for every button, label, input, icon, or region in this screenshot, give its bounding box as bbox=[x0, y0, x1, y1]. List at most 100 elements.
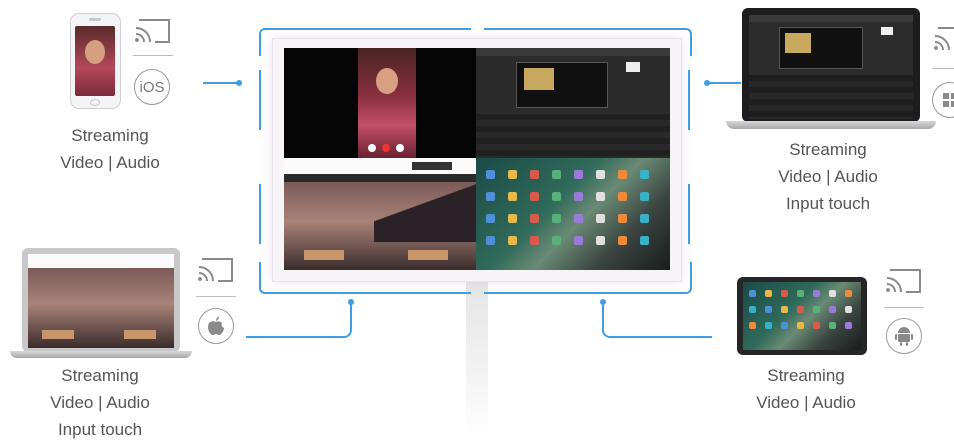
preview-thumbnail bbox=[785, 33, 811, 53]
connector-android bbox=[618, 336, 712, 338]
app-icon bbox=[508, 192, 517, 201]
screen-quadrant-android bbox=[476, 158, 670, 270]
mountain-silhouette bbox=[374, 182, 476, 242]
frame-edge bbox=[688, 70, 690, 130]
facetime-video bbox=[358, 48, 416, 158]
caption-line: Streaming bbox=[789, 140, 867, 159]
app-icon bbox=[552, 192, 561, 201]
app-icon bbox=[640, 170, 649, 179]
connector-dot bbox=[704, 80, 710, 86]
windows-laptop bbox=[742, 8, 920, 122]
app-icon bbox=[486, 170, 495, 179]
connector-android-bend bbox=[602, 304, 620, 338]
app-icon bbox=[781, 306, 788, 313]
app-icon bbox=[596, 214, 605, 223]
app-icon bbox=[618, 236, 627, 245]
android-tablet bbox=[737, 277, 867, 355]
ios-badge: iOS bbox=[134, 69, 170, 105]
website-cta-button bbox=[304, 250, 344, 260]
caption-line: Streaming bbox=[71, 126, 149, 145]
connector-mac bbox=[246, 336, 344, 338]
app-icon bbox=[574, 170, 583, 179]
app-icon bbox=[486, 214, 495, 223]
app-icon bbox=[765, 290, 772, 297]
caller-face bbox=[376, 68, 398, 94]
call-control-icon bbox=[396, 144, 404, 152]
app-icon bbox=[749, 290, 756, 297]
cast-icon bbox=[198, 258, 233, 282]
cast-icon bbox=[886, 269, 921, 293]
connector-iphone bbox=[203, 82, 239, 84]
end-call-icon bbox=[382, 144, 390, 152]
app-icon bbox=[797, 322, 804, 329]
frame-corner bbox=[259, 262, 471, 294]
app-icon bbox=[765, 322, 772, 329]
windows-badge bbox=[932, 82, 954, 118]
app-icon bbox=[845, 322, 852, 329]
app-icon bbox=[508, 214, 517, 223]
app-icon bbox=[530, 170, 539, 179]
app-icon bbox=[749, 306, 756, 313]
connector-mac-bend bbox=[336, 304, 352, 338]
apple-badge bbox=[198, 308, 234, 344]
app-icon bbox=[781, 322, 788, 329]
frame-edge bbox=[259, 70, 261, 130]
app-icon bbox=[552, 170, 561, 179]
frame-corner bbox=[259, 28, 471, 56]
tablet-screen bbox=[743, 282, 861, 350]
app-icon bbox=[845, 306, 852, 313]
app-icon bbox=[530, 214, 539, 223]
mac-caption: Streaming Video | Audio Input touch bbox=[30, 362, 170, 443]
website-cta-button bbox=[42, 330, 74, 339]
caption-line: Input touch bbox=[785, 194, 871, 213]
app-icon bbox=[618, 170, 627, 179]
editor-panel bbox=[626, 62, 640, 72]
app-icon bbox=[574, 192, 583, 201]
caption-line: Video | Audio bbox=[756, 393, 856, 412]
app-icon bbox=[574, 214, 583, 223]
app-icon bbox=[845, 290, 852, 297]
app-icon bbox=[765, 306, 772, 313]
phone-speaker bbox=[89, 18, 101, 21]
windows-caption: Streaming Video | Audio Input touch bbox=[758, 136, 898, 217]
app-icon bbox=[508, 170, 517, 179]
app-icon bbox=[813, 322, 820, 329]
app-icon bbox=[530, 236, 539, 245]
android-caption: Streaming Video | Audio bbox=[736, 362, 876, 416]
app-icon bbox=[552, 236, 561, 245]
screen-quadrant-iphone bbox=[284, 48, 476, 158]
monitor-stand bbox=[466, 276, 488, 434]
app-icon bbox=[797, 290, 804, 297]
frame-edge bbox=[259, 184, 261, 244]
cast-icon bbox=[135, 19, 170, 43]
laptop-base bbox=[726, 121, 936, 129]
laptop-screen bbox=[28, 254, 174, 348]
call-control-icon bbox=[368, 144, 376, 152]
laptop-screen bbox=[749, 15, 913, 119]
caption-line: Streaming bbox=[61, 366, 139, 385]
app-icon bbox=[596, 170, 605, 179]
app-icon bbox=[829, 306, 836, 313]
website-cta-button bbox=[124, 330, 156, 339]
android-icon bbox=[895, 327, 913, 346]
laptop-base bbox=[10, 351, 192, 358]
screen-quadrant-mac bbox=[284, 158, 476, 270]
connector-windows bbox=[708, 82, 741, 84]
app-icon bbox=[618, 214, 627, 223]
caption-line: Streaming bbox=[767, 366, 845, 385]
split-screen bbox=[284, 48, 670, 270]
caption-line: Video | Audio bbox=[778, 167, 878, 186]
app-icon bbox=[829, 290, 836, 297]
editor-timeline bbox=[476, 114, 670, 158]
app-icon bbox=[486, 192, 495, 201]
phone-home-button bbox=[90, 99, 100, 106]
website-menu-bar bbox=[284, 174, 476, 182]
connector-dot bbox=[348, 299, 354, 305]
cast-icon bbox=[934, 27, 954, 51]
app-icon bbox=[829, 322, 836, 329]
icon-separator bbox=[884, 307, 924, 308]
iphone-device bbox=[70, 13, 121, 109]
app-icon bbox=[508, 236, 517, 245]
editor-panel bbox=[881, 27, 893, 35]
icon-separator bbox=[133, 55, 173, 56]
